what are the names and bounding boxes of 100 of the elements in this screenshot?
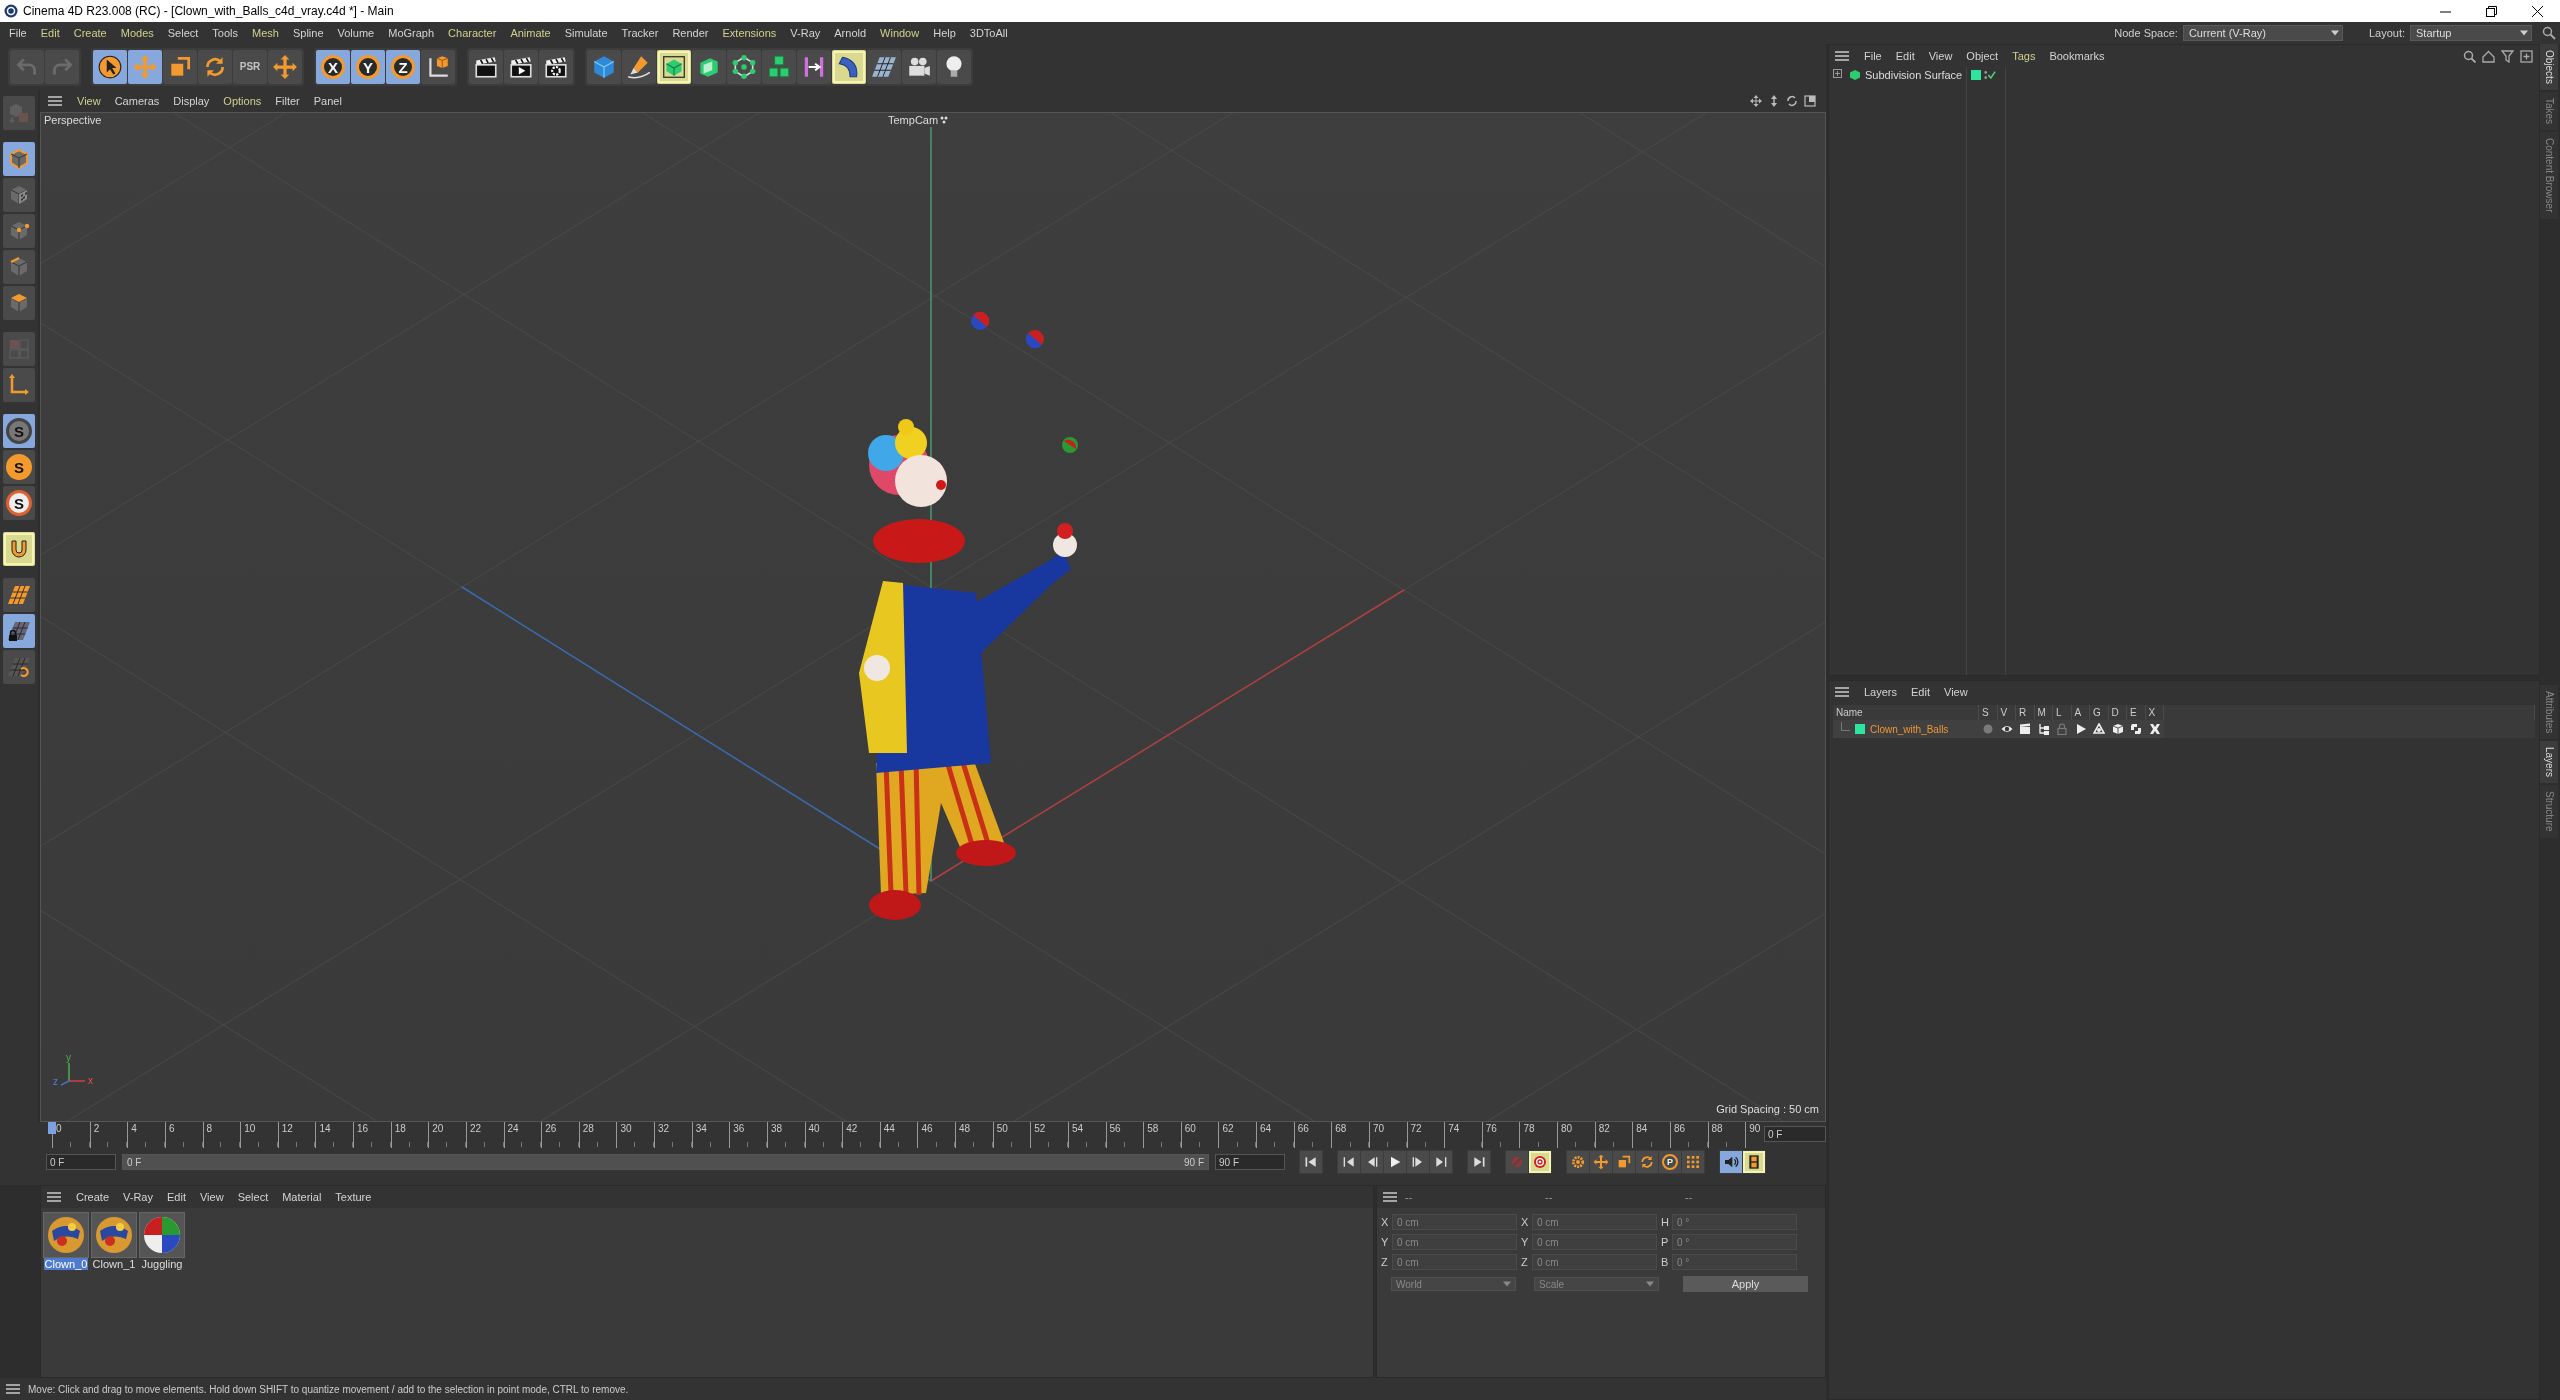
hierarchy-icon[interactable] — [2037, 723, 2050, 735]
search-icon[interactable] — [2542, 26, 2556, 40]
cross-arrows-button[interactable] — [268, 50, 302, 84]
menu-item[interactable]: Select — [160, 27, 206, 39]
menu-icon[interactable] — [6, 1384, 20, 1394]
axis-cube-button[interactable] — [421, 50, 455, 84]
coordinate-field[interactable]: 0 cm — [1532, 1234, 1657, 1250]
menu-item[interactable]: Bookmarks — [2042, 50, 2112, 62]
menu-item[interactable]: Spline — [285, 27, 331, 39]
menu-item[interactable]: View — [192, 1191, 231, 1203]
open-box-button[interactable] — [692, 50, 726, 84]
menu-item[interactable]: File — [1857, 50, 1889, 62]
skip-start-button[interactable] — [1300, 1151, 1322, 1173]
play-button[interactable] — [1384, 1151, 1406, 1173]
menu-item[interactable]: Arnold — [827, 27, 874, 39]
grid-rotate-button[interactable] — [3, 650, 35, 684]
step-back-button[interactable] — [1361, 1151, 1383, 1173]
box-icon[interactable] — [2111, 723, 2124, 735]
clapboard-button[interactable] — [469, 50, 503, 84]
rotate-button[interactable] — [198, 50, 232, 84]
cube-points-button[interactable] — [3, 214, 35, 248]
menu-item[interactable]: Volume — [330, 27, 382, 39]
menu-item[interactable]: View — [1937, 686, 1975, 698]
stacked-cubes-button[interactable] — [762, 50, 796, 84]
menu-icon[interactable] — [48, 96, 62, 106]
cube-button[interactable] — [587, 50, 621, 84]
axis-lock-button[interactable]: X — [316, 50, 350, 84]
film-strip-button[interactable] — [1743, 1151, 1765, 1173]
menu-item[interactable]: Options — [216, 95, 269, 107]
menu-item[interactable]: File — [2, 27, 34, 39]
cube-face-button[interactable] — [3, 286, 35, 320]
frame-range-slider[interactable]: 0 F 90 F — [123, 1155, 1208, 1169]
menu-item[interactable]: Modes — [113, 27, 161, 39]
object-row[interactable]: Subdivision Surface — [1829, 67, 1966, 83]
bar-arrow-button[interactable] — [797, 50, 831, 84]
record-button[interactable] — [1529, 1151, 1551, 1173]
menu-item[interactable]: Window — [873, 27, 927, 39]
coordinate-field[interactable]: 0 cm — [1392, 1214, 1517, 1230]
snap-button[interactable]: S — [3, 486, 35, 520]
side-tab[interactable]: Attributes — [2540, 685, 2558, 740]
menu-item[interactable]: V-Ray — [783, 27, 828, 39]
coordinate-field[interactable]: 0 ° — [1672, 1234, 1797, 1250]
menu-item[interactable]: Material — [275, 1191, 329, 1203]
magnet-button[interactable] — [3, 532, 35, 566]
menu-item[interactable]: Display — [166, 95, 217, 107]
menu-item[interactable]: Help — [926, 27, 963, 39]
previous-key-button[interactable] — [1338, 1151, 1360, 1173]
parameter-key-button[interactable]: P — [1659, 1151, 1681, 1173]
floor-grid-button[interactable] — [867, 50, 901, 84]
menu-item[interactable]: Tracker — [614, 27, 666, 39]
menu-item[interactable]: Extensions — [715, 27, 784, 39]
material-preview[interactable]: Clown_0 — [43, 1212, 89, 1270]
menu-item[interactable]: MoGraph — [381, 27, 442, 39]
interlocked-shapes-icon[interactable] — [2130, 723, 2143, 735]
start-frame-field[interactable]: 0 F — [46, 1154, 116, 1170]
cube-outline-button[interactable] — [3, 142, 35, 176]
next-key-button[interactable] — [1430, 1151, 1452, 1173]
clapboard-icon[interactable] — [2019, 723, 2032, 735]
padlock-icon[interactable] — [2056, 723, 2069, 735]
grid-lock-button[interactable] — [3, 614, 35, 648]
node-space-dropdown[interactable]: Current (V-Ray) — [2182, 25, 2343, 41]
camera-button[interactable] — [902, 50, 936, 84]
menu-item[interactable]: Edit — [160, 1191, 193, 1203]
expand-icon[interactable] — [1833, 69, 1845, 81]
material-preview[interactable]: Clown_1 — [91, 1212, 137, 1270]
gear-button[interactable] — [1567, 1151, 1589, 1173]
menu-item[interactable]: Simulate — [557, 27, 615, 39]
enabled-check-icon[interactable] — [1984, 69, 1996, 81]
menu-item[interactable]: Layers — [1857, 686, 1905, 698]
snap-button[interactable]: S — [3, 414, 35, 448]
curved-shape-button[interactable] — [832, 50, 866, 84]
menu-item[interactable]: Edit — [33, 27, 67, 39]
menu-item[interactable]: Select — [230, 1191, 276, 1203]
menu-item[interactable]: Panel — [306, 95, 349, 107]
menu-item[interactable]: View — [1921, 50, 1960, 62]
snap-button[interactable]: S — [3, 450, 35, 484]
play-icon[interactable] — [2074, 723, 2087, 735]
move-arrows-icon[interactable] — [1750, 95, 1762, 107]
menu-item[interactable]: Create — [69, 1191, 117, 1203]
coordinate-field[interactable]: 0 cm — [1532, 1254, 1657, 1270]
clapboard-gear-button[interactable] — [539, 50, 573, 84]
cross-arrows-button[interactable] — [1590, 1151, 1612, 1173]
cursor-button[interactable] — [93, 50, 127, 84]
rotate-button[interactable] — [1636, 1151, 1658, 1173]
speaker-button[interactable] — [1720, 1151, 1742, 1173]
layout-dropdown[interactable]: Startup — [2410, 25, 2532, 41]
playhead-marker[interactable] — [48, 1122, 56, 1134]
step-forward-button[interactable] — [1407, 1151, 1429, 1173]
menu-item[interactable]: Filter — [268, 95, 307, 107]
coordinate-field[interactable]: 0 ° — [1672, 1254, 1797, 1270]
skip-end-button[interactable] — [1468, 1151, 1490, 1173]
side-tab[interactable]: Layers — [2540, 741, 2558, 784]
end-frame-field[interactable]: 90 F — [1215, 1154, 1285, 1170]
filter-icon[interactable] — [2501, 49, 2514, 63]
menu-item[interactable]: Edit — [1888, 50, 1922, 62]
maximize-icon[interactable] — [1804, 95, 1816, 107]
menu-item[interactable]: View — [70, 95, 108, 107]
axis-arrows-button[interactable] — [3, 368, 35, 402]
x-shape-icon[interactable] — [2148, 723, 2161, 735]
menu-item[interactable]: 3DToAll — [962, 27, 1015, 39]
